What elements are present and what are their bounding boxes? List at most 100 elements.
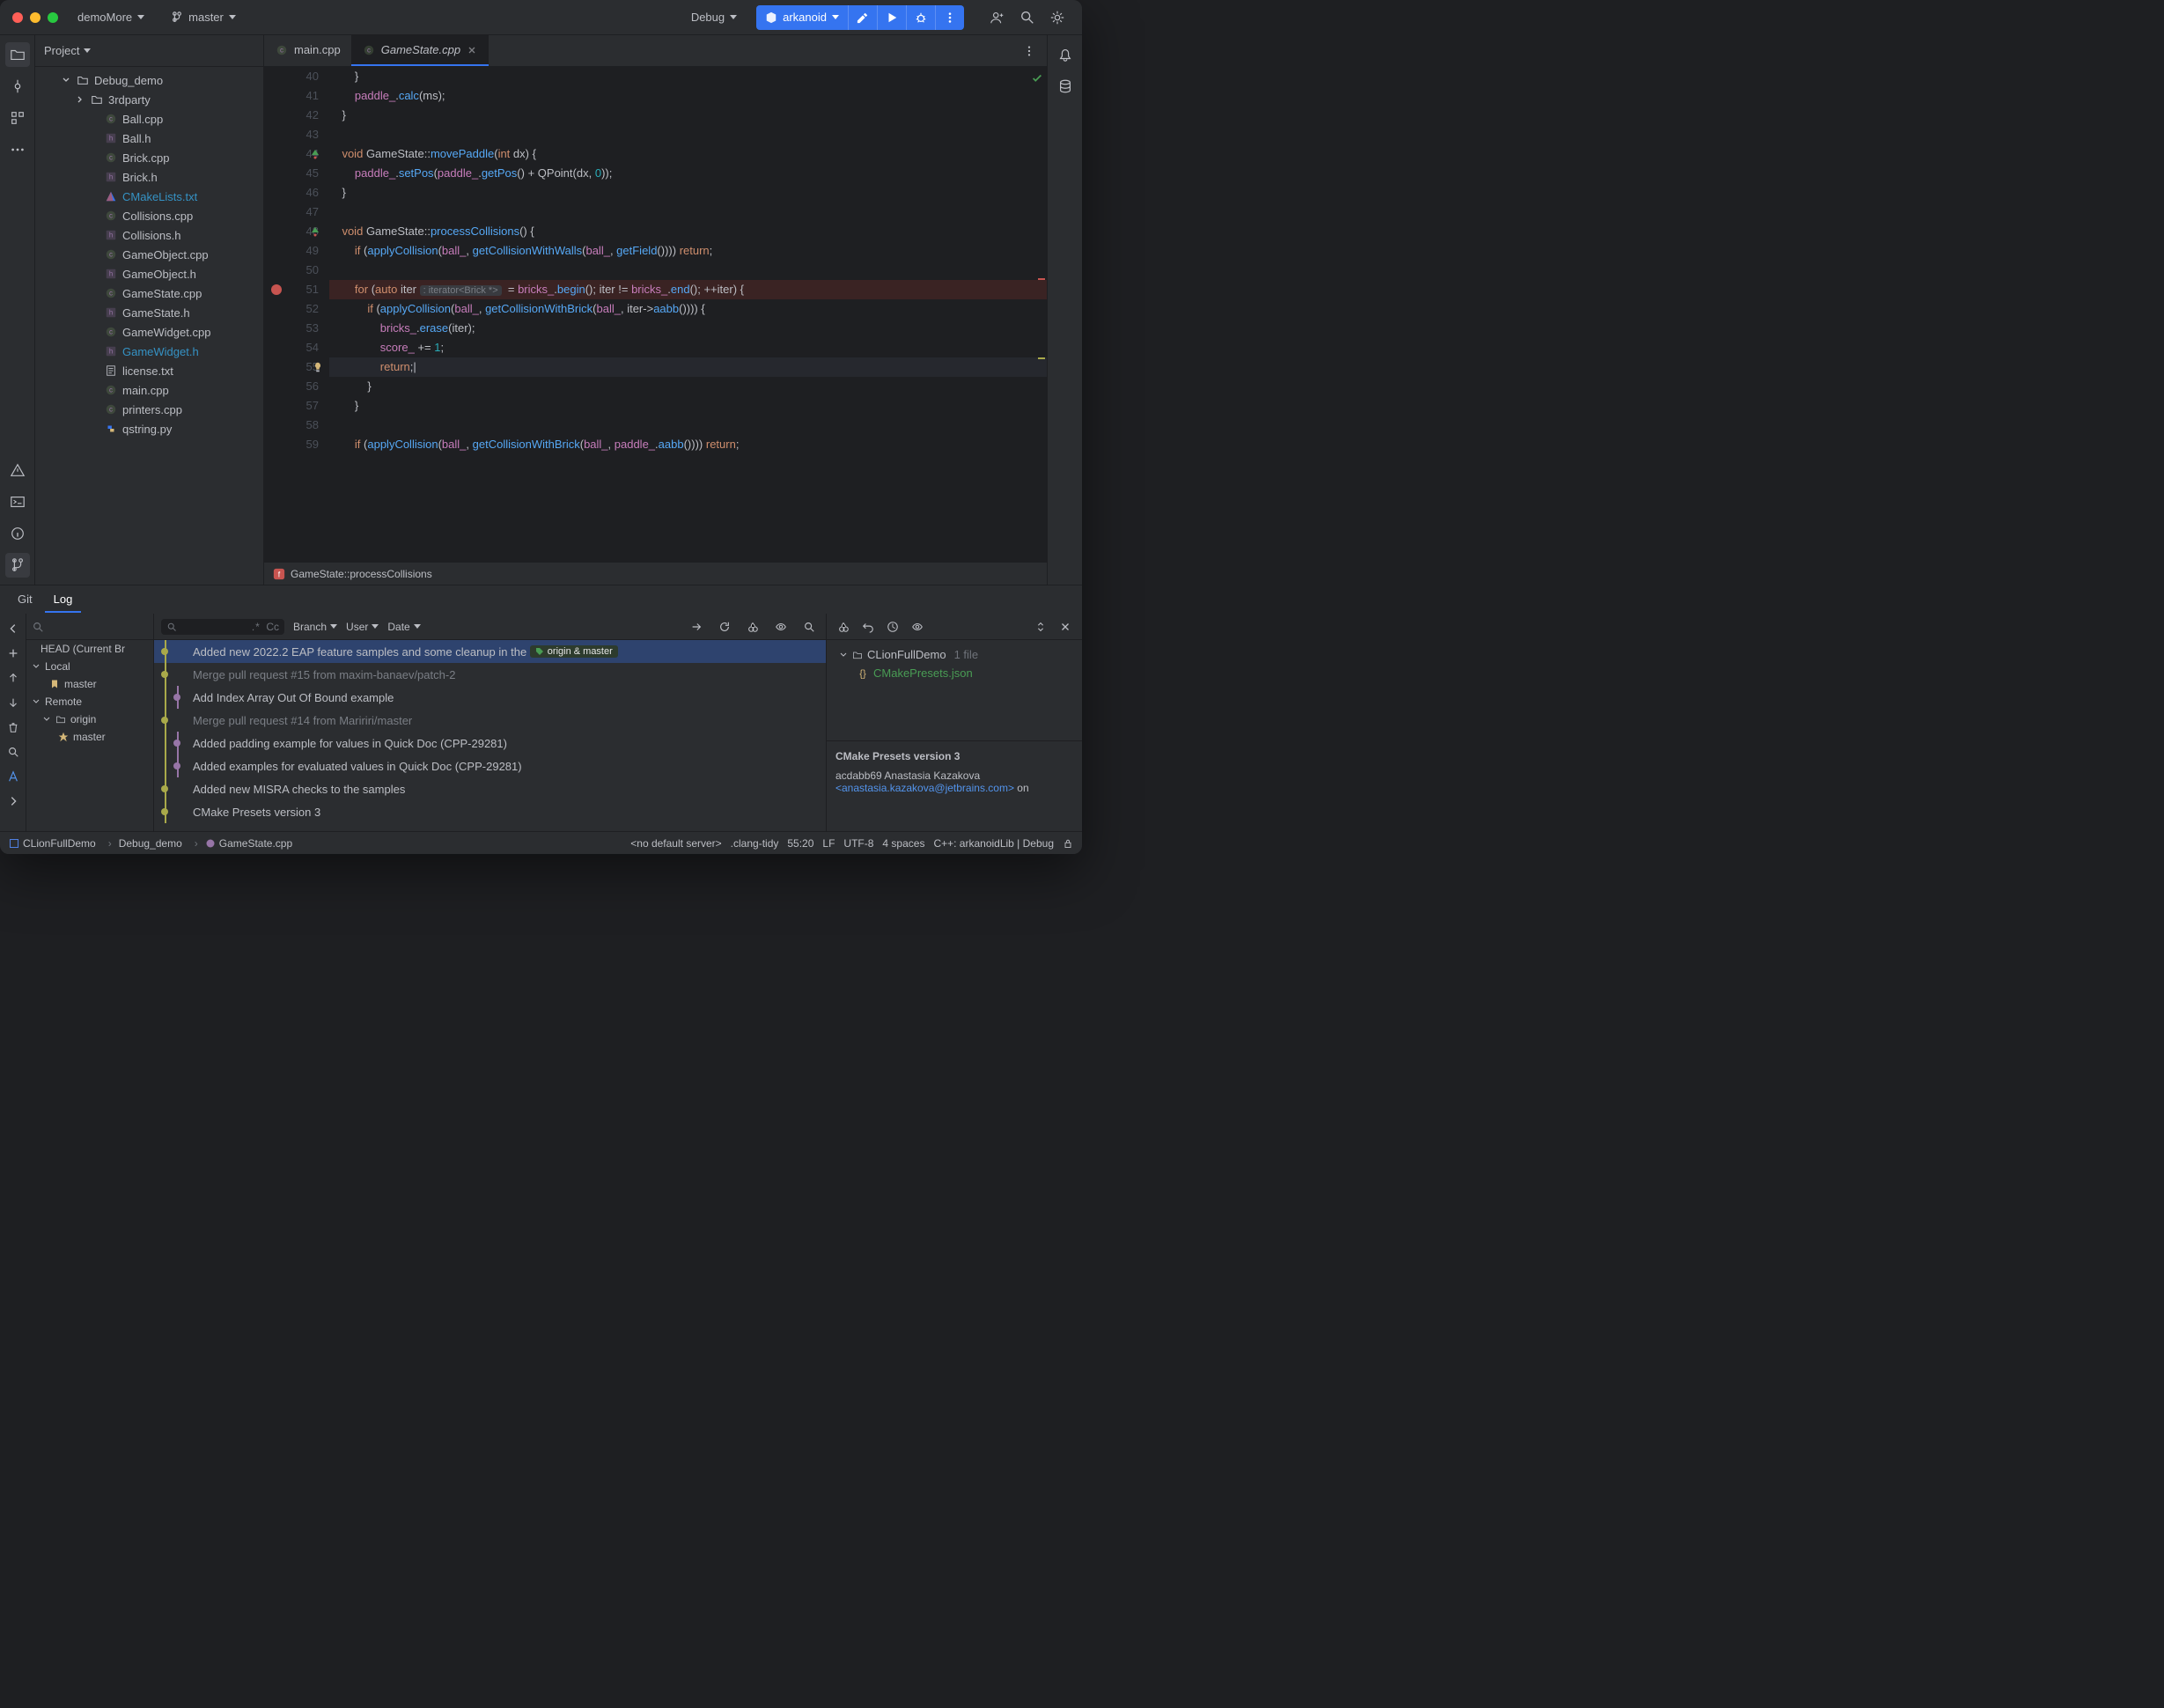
minimize-window-button[interactable] bbox=[30, 12, 40, 23]
editor-breadcrumb[interactable]: f GameState::processCollisions bbox=[264, 562, 1047, 585]
go-to-hash-button[interactable] bbox=[687, 617, 706, 637]
tree-item[interactable]: cGameState.cpp bbox=[35, 283, 263, 303]
build-button[interactable] bbox=[849, 5, 878, 30]
tree-item[interactable]: cCollisions.cpp bbox=[35, 206, 263, 225]
run-config-selector[interactable]: Debug bbox=[684, 7, 744, 27]
log-search-input[interactable]: .* Cc bbox=[161, 619, 284, 635]
line-separator-widget[interactable]: LF bbox=[822, 837, 835, 850]
code-with-me-button[interactable] bbox=[985, 5, 1010, 30]
branch-filter[interactable]: Branch bbox=[293, 621, 337, 633]
intention-bulb-icon[interactable] bbox=[312, 361, 324, 373]
vcs-tool-button[interactable] bbox=[5, 553, 30, 578]
vcs-branch-selector[interactable]: master bbox=[164, 7, 243, 27]
zoom-window-button[interactable] bbox=[48, 12, 58, 23]
structure-tool-button[interactable] bbox=[5, 106, 30, 130]
regex-option[interactable]: .* bbox=[252, 621, 259, 633]
tree-item[interactable]: CMakeLists.txt bbox=[35, 187, 263, 206]
commit-tool-button[interactable] bbox=[5, 74, 30, 99]
commit-row[interactable]: Added new MISRA checks to the samples bbox=[154, 777, 826, 800]
git-cherry-pick-button[interactable] bbox=[4, 767, 23, 786]
override-icon[interactable] bbox=[310, 149, 320, 159]
changed-file[interactable]: {} CMakePresets.json bbox=[834, 664, 1075, 682]
tree-item[interactable]: hGameWidget.h bbox=[35, 342, 263, 361]
run-button[interactable] bbox=[878, 5, 907, 30]
editor-tab[interactable]: cmain.cpp bbox=[264, 35, 351, 66]
commit-row[interactable]: Add Index Array Out Of Bound example bbox=[154, 686, 826, 709]
clang-tidy-widget[interactable]: .clang-tidy bbox=[731, 837, 779, 850]
services-tool-button[interactable] bbox=[5, 521, 30, 546]
refresh-log-button[interactable] bbox=[715, 617, 734, 637]
branch-tree[interactable]: HEAD (Current Br Local master Remote ori… bbox=[26, 640, 153, 831]
terminal-tool-button[interactable] bbox=[5, 490, 30, 514]
tree-item[interactable]: cBall.cpp bbox=[35, 109, 263, 129]
project-tree[interactable]: Debug_demo3rdpartycBall.cpphBall.hcBrick… bbox=[35, 67, 263, 585]
branch-remote-origin[interactable]: origin bbox=[26, 710, 153, 728]
commit-row[interactable]: Added padding example for values in Quic… bbox=[154, 732, 826, 755]
caret-position-widget[interactable]: 55:20 bbox=[787, 837, 813, 850]
tree-item[interactable]: hBall.h bbox=[35, 129, 263, 148]
project-selector[interactable]: demoMore bbox=[70, 7, 151, 27]
branch-remote-master[interactable]: master bbox=[26, 728, 153, 746]
override-icon[interactable] bbox=[310, 226, 320, 237]
editor-tab[interactable]: cGameState.cpp bbox=[351, 35, 489, 66]
expand-details-button[interactable] bbox=[1031, 617, 1050, 637]
nav-crumb-folder[interactable]: Debug_demo bbox=[105, 837, 182, 850]
commit-row[interactable]: Added new 2022.2 EAP feature samples and… bbox=[154, 640, 826, 663]
git-panel-tab[interactable]: Log bbox=[45, 587, 82, 613]
tree-item[interactable]: hGameObject.h bbox=[35, 264, 263, 283]
code-editor[interactable]: 4041424344454647484950515253545556575859… bbox=[264, 67, 1047, 562]
git-fetch-button[interactable] bbox=[4, 693, 23, 712]
project-tool-button[interactable] bbox=[5, 42, 30, 67]
sidebar-view-selector[interactable]: Project bbox=[44, 44, 91, 57]
date-filter[interactable]: Date bbox=[387, 621, 420, 633]
breakpoint-icon[interactable] bbox=[271, 284, 282, 295]
git-back-button[interactable] bbox=[4, 619, 23, 638]
editor-content[interactable]: } paddle_.calc(ms); } void GameState::mo… bbox=[326, 67, 1047, 562]
debug-button[interactable] bbox=[907, 5, 936, 30]
git-delete-button[interactable] bbox=[4, 718, 23, 737]
tree-item[interactable]: cmain.cpp bbox=[35, 380, 263, 400]
case-option[interactable]: Cc bbox=[266, 621, 279, 633]
close-window-button[interactable] bbox=[12, 12, 23, 23]
breakpoint-stripe-mark[interactable] bbox=[1038, 278, 1045, 280]
indent-widget[interactable]: 4 spaces bbox=[882, 837, 924, 850]
tree-item[interactable]: license.txt bbox=[35, 361, 263, 380]
git-more-button[interactable] bbox=[4, 791, 23, 811]
tree-item[interactable]: cGameObject.cpp bbox=[35, 245, 263, 264]
context-widget[interactable]: C++: arkanoidLib | Debug bbox=[933, 837, 1054, 850]
user-filter[interactable]: User bbox=[346, 621, 379, 633]
commit-email[interactable]: <anastasia.kazakova@jetbrains.com> bbox=[835, 782, 1014, 794]
tree-item[interactable]: hBrick.h bbox=[35, 167, 263, 187]
git-new-branch-button[interactable] bbox=[4, 644, 23, 663]
tree-item[interactable]: Debug_demo bbox=[35, 70, 263, 90]
commit-row[interactable]: Merge pull request #15 from maxim-banaev… bbox=[154, 663, 826, 686]
changed-files-tree[interactable]: CLionFullDemo 1 file {} CMakePresets.jso… bbox=[827, 640, 1082, 688]
history-button[interactable] bbox=[883, 617, 902, 637]
git-panel-tab[interactable]: Git bbox=[9, 587, 41, 613]
nav-crumb-root[interactable]: CLionFullDemo bbox=[9, 837, 96, 850]
tree-item[interactable]: qstring.py bbox=[35, 419, 263, 438]
branch-search[interactable] bbox=[26, 614, 153, 640]
branch-head[interactable]: HEAD (Current Br bbox=[26, 640, 153, 658]
more-actions-button[interactable] bbox=[936, 5, 964, 30]
cherry-pick-log-button[interactable] bbox=[743, 617, 762, 637]
remote-server-widget[interactable]: <no default server> bbox=[630, 837, 721, 850]
branch-group-local[interactable]: Local bbox=[26, 658, 153, 675]
changed-files-root[interactable]: CLionFullDemo 1 file bbox=[834, 645, 1075, 664]
close-details-button[interactable] bbox=[1056, 617, 1075, 637]
more-tools-button[interactable] bbox=[5, 137, 30, 162]
revert-commit-button[interactable] bbox=[858, 617, 878, 637]
tree-item[interactable]: cprinters.cpp bbox=[35, 400, 263, 419]
preview-diff-button[interactable] bbox=[908, 617, 927, 637]
close-icon[interactable] bbox=[466, 44, 478, 56]
run-target-button[interactable]: arkanoid bbox=[756, 5, 849, 30]
commit-hash[interactable]: acdabb69 bbox=[835, 769, 882, 782]
eye-log-button[interactable] bbox=[771, 617, 791, 637]
lock-widget[interactable] bbox=[1063, 838, 1073, 849]
cherry-pick-commit-button[interactable] bbox=[834, 617, 853, 637]
tree-item[interactable]: cBrick.cpp bbox=[35, 148, 263, 167]
tree-item[interactable]: hGameState.h bbox=[35, 303, 263, 322]
commit-list[interactable]: Added new 2022.2 EAP feature samples and… bbox=[154, 640, 826, 831]
error-stripe[interactable] bbox=[1036, 67, 1047, 562]
git-find-button[interactable] bbox=[4, 742, 23, 762]
